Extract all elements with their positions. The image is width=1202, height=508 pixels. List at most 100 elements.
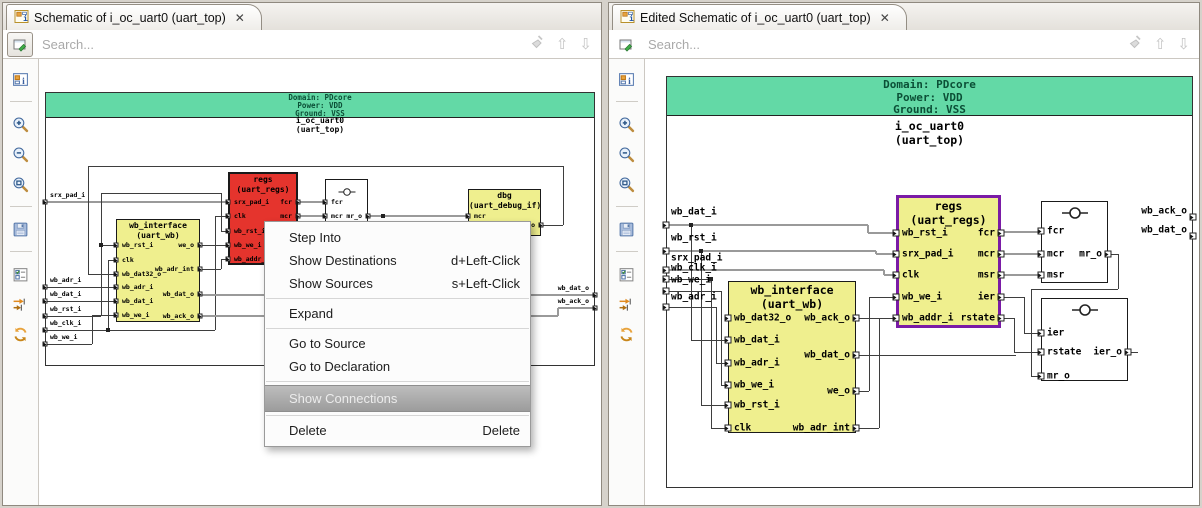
menu-item-step-into[interactable]: Step Into xyxy=(265,226,530,249)
port-label: mr_o xyxy=(1047,370,1070,382)
menu-separator xyxy=(266,415,529,416)
port-icon xyxy=(1189,213,1197,221)
search-next-icon[interactable]: ⇩ xyxy=(1177,36,1190,52)
tab-edited-schematic[interactable]: i Edited Schematic of i_oc_uart0 (uart_t… xyxy=(612,4,907,30)
wire xyxy=(91,315,93,344)
tab-close-icon[interactable]: ✕ xyxy=(235,11,245,25)
svg-text:i: i xyxy=(629,13,634,23)
port-label: fcr xyxy=(331,198,343,206)
search-previous-icon[interactable]: ⇧ xyxy=(1154,36,1167,52)
wire xyxy=(220,259,222,269)
wire xyxy=(868,297,870,391)
port-icon xyxy=(197,313,203,319)
port-label: we_o xyxy=(178,241,194,249)
refresh-button[interactable] xyxy=(8,322,34,346)
port-icon xyxy=(1189,232,1197,240)
port-icon xyxy=(724,336,732,344)
input-port-label: srx_pad_i xyxy=(50,191,86,199)
port-label: msr xyxy=(977,269,995,281)
save-button[interactable] xyxy=(8,217,34,241)
port-icon xyxy=(1037,329,1045,337)
port-label: wb_adr_int xyxy=(792,422,850,434)
search-filter-button[interactable] xyxy=(7,31,33,57)
toolbar-separator xyxy=(9,101,32,102)
schematic-canvas[interactable]: Domain: PDcore Power: VDD Ground: VSS i_oc_… xyxy=(646,59,1199,505)
menu-item-delete[interactable]: Delete Delete xyxy=(265,419,530,442)
schematic-toolbar: i xyxy=(609,59,645,505)
port-icon xyxy=(1037,372,1045,380)
svg-text:i: i xyxy=(23,13,28,23)
port-label: wb_rst_i xyxy=(234,227,266,235)
port-icon xyxy=(465,213,471,219)
trace-button[interactable] xyxy=(614,292,640,316)
wire xyxy=(1001,274,1041,276)
port-label: wb_we_i xyxy=(234,241,262,249)
search-filter-button[interactable] xyxy=(613,32,639,57)
zoom-out-button[interactable] xyxy=(614,142,640,166)
zoom-fit-button[interactable] xyxy=(8,172,34,196)
tab-schematic[interactable]: i Schematic of i_oc_uart0 (uart_top) ✕ xyxy=(6,4,262,30)
wire xyxy=(720,291,722,385)
port-icon xyxy=(225,242,231,248)
menu-item-show-sources[interactable]: Show Sources s+Left-Click xyxy=(265,272,530,295)
menu-item-expand[interactable]: Expand xyxy=(265,302,530,325)
wire xyxy=(856,317,891,319)
buffer-glyph-icon xyxy=(1071,303,1098,322)
wire xyxy=(557,308,559,316)
wire xyxy=(298,201,325,203)
port-label: wb_adr_int xyxy=(154,265,194,273)
filter-button[interactable] xyxy=(8,262,34,286)
menu-separator xyxy=(266,328,529,329)
wire xyxy=(691,339,728,341)
port-icon xyxy=(42,313,48,319)
port-icon xyxy=(225,256,231,262)
input-port-label: wb_adr_i xyxy=(50,276,82,284)
menu-item-show-destinations[interactable]: Show Destinations d+Left-Click xyxy=(265,249,530,272)
zoom-fit-button[interactable] xyxy=(614,172,640,196)
port-icon xyxy=(592,292,598,298)
menu-separator xyxy=(266,298,529,299)
toolbar-separator xyxy=(9,251,32,252)
tab-close-icon[interactable]: ✕ xyxy=(880,11,890,25)
port-icon xyxy=(42,199,48,205)
clear-search-icon[interactable] xyxy=(1127,34,1143,55)
port-icon xyxy=(42,341,48,347)
search-input[interactable] xyxy=(639,35,1127,53)
wire xyxy=(92,314,116,316)
zoom-out-button[interactable] xyxy=(8,142,34,166)
overview-button[interactable]: i xyxy=(614,67,640,91)
search-previous-icon[interactable]: ⇧ xyxy=(556,36,569,52)
menu-item-shortcut: d+Left-Click xyxy=(451,253,520,268)
block-ff2[interactable] xyxy=(1041,298,1128,381)
port-icon xyxy=(662,247,670,255)
input-port-label: wb_rst_i xyxy=(50,305,82,313)
zoom-in-button[interactable] xyxy=(8,112,34,136)
schematic-view-panel: i Schematic of i_oc_uart0 (uart_top) ✕ ⇧… xyxy=(2,2,602,506)
filter-button[interactable] xyxy=(614,262,640,286)
menu-item-label: Step Into xyxy=(289,230,342,245)
block-title: dbg (uart_debug_if) xyxy=(469,191,542,210)
block-title: wb_interface (uart_wb) xyxy=(750,283,834,311)
clear-search-icon[interactable] xyxy=(529,34,545,55)
zoom-in-button[interactable] xyxy=(614,112,640,136)
save-button[interactable] xyxy=(614,217,640,241)
output-port-label: wb_dat_o xyxy=(1141,224,1187,236)
input-port-label: wb_clk_i xyxy=(671,262,717,274)
menu-item-show-connections[interactable]: Show Connections xyxy=(265,385,530,412)
port-icon xyxy=(365,213,371,219)
schematic-tab-icon: i xyxy=(14,9,29,27)
svg-text:i: i xyxy=(628,75,631,86)
search-bar: ⇧ ⇩ xyxy=(609,30,1199,59)
trace-button[interactable] xyxy=(8,292,34,316)
search-input[interactable] xyxy=(33,35,529,53)
port-label: wb_dat_o xyxy=(804,349,850,361)
wire xyxy=(856,354,1016,356)
refresh-button[interactable] xyxy=(614,322,640,346)
port-label: mcr xyxy=(977,248,995,260)
overview-button[interactable]: i xyxy=(8,67,34,91)
menu-item-go-to-declaration[interactable]: Go to Declaration xyxy=(265,355,530,378)
menu-item-go-to-source[interactable]: Go to Source xyxy=(265,332,530,355)
svg-text:i: i xyxy=(22,75,25,86)
search-next-icon[interactable]: ⇩ xyxy=(579,36,592,52)
port-icon xyxy=(662,266,670,274)
